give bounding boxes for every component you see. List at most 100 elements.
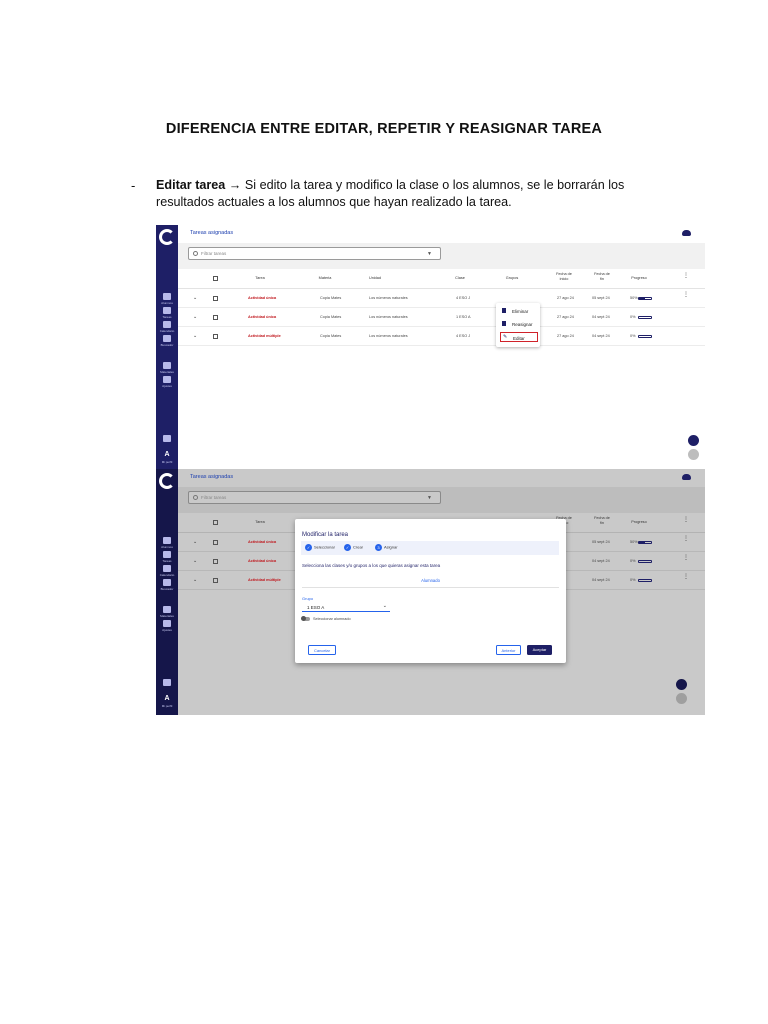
help-icon[interactable]	[676, 693, 687, 704]
step-assign[interactable]: 3 Asignar	[375, 544, 398, 551]
chat-icon[interactable]	[676, 679, 687, 690]
accept-button[interactable]: Aceptar	[527, 645, 552, 655]
graduation-cap-icon[interactable]	[163, 679, 171, 686]
step-create[interactable]: ✓ Crear	[344, 544, 363, 551]
start-date: 27 ago 24	[557, 334, 574, 338]
tab-students[interactable]: Alumnado	[295, 578, 566, 583]
help-icon[interactable]	[688, 449, 699, 460]
menu-item-reassign[interactable]: Reasignar	[500, 319, 538, 329]
materials-icon[interactable]	[163, 606, 171, 613]
select-students-toggle[interactable]	[301, 616, 310, 621]
task-name[interactable]: Actividad única	[248, 315, 276, 319]
table-row[interactable]: ⌄ Actividad única Copia Mates Los número…	[178, 289, 705, 308]
sidebar: Alumnos Tareas Calendario Buscador Mater…	[156, 469, 178, 715]
table-row[interactable]: ⌄ Actividad única Copia Mates Los número…	[178, 308, 705, 327]
group-select[interactable]: 1 ESO A ⌄	[302, 603, 390, 612]
more-icon[interactable]: ⋮	[683, 273, 689, 279]
col-groups: Grupos	[505, 276, 519, 280]
sidebar-label: Ajustes	[162, 628, 172, 632]
col-end: Fecha de fin	[594, 516, 610, 525]
filter-input[interactable]: Filtrar tareas ▼	[188, 247, 441, 260]
more-icon[interactable]: ⋮	[683, 292, 689, 298]
table-header: Tarea Materia Unidad Clase Grupos Fecha …	[178, 269, 705, 289]
graduation-cap-icon[interactable]	[163, 435, 171, 442]
more-icon[interactable]: ⋮	[683, 574, 689, 580]
menu-label: Editar	[513, 335, 525, 341]
divider	[302, 587, 559, 588]
previous-button[interactable]: Anterior	[496, 645, 521, 655]
task-name[interactable]: Actividad única	[248, 559, 276, 563]
more-icon[interactable]: ⋮	[683, 536, 689, 542]
chevron-down-icon[interactable]: ⌄	[193, 558, 197, 564]
row-checkbox[interactable]	[213, 334, 218, 339]
row-checkbox[interactable]	[213, 540, 218, 545]
subject: Copia Mates	[320, 315, 342, 319]
profile-avatar[interactable]: A	[156, 451, 178, 458]
logo-icon	[159, 473, 175, 489]
calendar-icon[interactable]	[163, 321, 171, 328]
menu-item-edit[interactable]: ✎ Editar	[500, 332, 538, 342]
page-title: Tareas asignadas	[190, 474, 234, 480]
sidebar-label: Materiales	[160, 370, 174, 374]
search-icon[interactable]	[163, 335, 171, 342]
students-icon[interactable]	[163, 293, 171, 300]
unit: Los números naturales	[369, 296, 408, 300]
group-label: Grupo	[302, 596, 314, 601]
select-all-checkbox[interactable]	[213, 520, 218, 525]
task-name[interactable]: Actividad múltiple	[248, 578, 281, 582]
pencil-icon: ✎	[503, 334, 508, 340]
row-checkbox[interactable]	[213, 559, 218, 564]
calendar-icon[interactable]	[163, 565, 171, 572]
check-icon: ✓	[305, 544, 312, 551]
task-name[interactable]: Actividad única	[248, 296, 276, 300]
chevron-down-icon[interactable]: ⌄	[193, 577, 197, 583]
sidebar-label: Materiales	[160, 614, 174, 618]
filter-icon[interactable]: ▼	[427, 495, 432, 501]
class: 4 ESO J	[456, 334, 471, 338]
col-progress: Progreso	[631, 520, 647, 524]
search-icon[interactable]	[163, 579, 171, 586]
screenshot-task-list: Alumnos Tareas Calendario Buscador Mater…	[156, 225, 705, 470]
sidebar-label: Tareas	[162, 559, 172, 563]
start-date: 27 ago 24	[557, 315, 574, 319]
header: Tareas asignadas	[178, 469, 705, 489]
tasks-icon[interactable]	[163, 307, 171, 314]
end-date: 04 sept 24	[592, 559, 610, 563]
chevron-down-icon[interactable]: ⌄	[193, 314, 197, 320]
menu-label: Eliminar	[512, 308, 529, 314]
cloud-upload-icon[interactable]	[682, 230, 691, 236]
task-name[interactable]: Actividad múltiple	[248, 334, 281, 338]
more-icon[interactable]: ⋮	[683, 517, 689, 523]
settings-icon[interactable]	[163, 376, 171, 383]
filter-bar: Filtrar tareas ▼	[178, 487, 705, 513]
chevron-down-icon[interactable]: ⌄	[193, 295, 197, 301]
materials-icon[interactable]	[163, 362, 171, 369]
row-checkbox[interactable]	[213, 578, 218, 583]
chat-icon[interactable]	[688, 435, 699, 446]
task-name[interactable]: Actividad única	[248, 540, 276, 544]
progress-label: 0%	[630, 578, 636, 582]
settings-icon[interactable]	[163, 620, 171, 627]
cloud-upload-icon[interactable]	[682, 474, 691, 480]
row-checkbox[interactable]	[213, 296, 218, 301]
more-icon[interactable]: ⋮	[683, 555, 689, 561]
page-title: Tareas asignadas	[190, 230, 234, 236]
end-date: 05 sept 24	[592, 296, 610, 300]
menu-item-delete[interactable]: Eliminar	[500, 306, 538, 316]
filter-input[interactable]: Filtrar tareas ▼	[188, 491, 441, 504]
tasks-icon[interactable]	[163, 551, 171, 558]
profile-avatar[interactable]: A	[156, 695, 178, 702]
chevron-down-icon[interactable]: ⌄	[193, 539, 197, 545]
check-icon: ✓	[344, 544, 351, 551]
cancel-button[interactable]: Cancelar	[308, 645, 336, 655]
select-all-checkbox[interactable]	[213, 276, 218, 281]
students-icon[interactable]	[163, 537, 171, 544]
chevron-down-icon[interactable]: ⌄	[193, 333, 197, 339]
row-context-menu: Eliminar Reasignar ✎ Editar	[496, 303, 540, 347]
step-label: Asignar	[384, 544, 398, 550]
row-checkbox[interactable]	[213, 315, 218, 320]
unit: Los números naturales	[369, 315, 408, 319]
filter-icon[interactable]: ▼	[427, 251, 432, 257]
step-select[interactable]: ✓ Seleccionar	[305, 544, 335, 551]
table-row[interactable]: ⌄ Actividad múltiple Copia Mates Los núm…	[178, 327, 705, 346]
